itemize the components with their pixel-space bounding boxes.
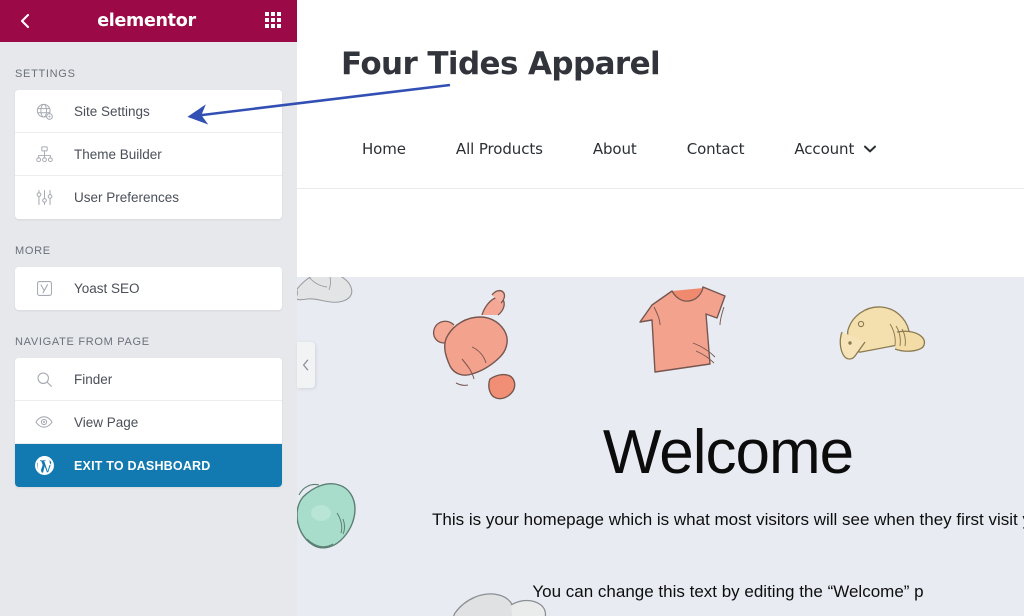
- hero-paragraph-2: You can change this text by editing the …: [532, 582, 924, 601]
- coral-shirt-doodle: [432, 289, 516, 400]
- nav-divider: [297, 188, 1024, 189]
- sliders-icon: [31, 186, 57, 210]
- wordpress-icon: [31, 454, 57, 478]
- sidebar-item-label: Yoast SEO: [74, 281, 140, 296]
- grey-shirt-doodle: [297, 277, 353, 303]
- sidebar-item-exit-to-dashboard[interactable]: EXIT TO DASHBOARD: [15, 444, 282, 487]
- yoast-icon: [31, 277, 57, 301]
- site-preview-canvas: Four Tides Apparel Home All Products Abo…: [297, 0, 1024, 616]
- site-nav: Home All Products About Contact Account: [337, 140, 877, 158]
- section-label-navigate-from-page: NAVIGATE FROM PAGE: [15, 336, 150, 348]
- more-menu-card: Yoast SEO: [15, 267, 282, 310]
- grid-apps-icon[interactable]: [265, 12, 283, 30]
- sidebar-item-yoast-seo[interactable]: Yoast SEO: [15, 267, 282, 310]
- sidebar-header: elementor: [0, 0, 297, 42]
- sidebar-item-label: Finder: [74, 371, 113, 387]
- chevron-left-icon: [302, 359, 309, 371]
- sidebar-item-label: Theme Builder: [74, 146, 162, 162]
- section-label-settings: SETTINGS: [15, 68, 76, 80]
- coral-tshirt-doodle: [639, 286, 726, 373]
- sidebar-item-theme-builder[interactable]: Theme Builder: [15, 133, 282, 176]
- nav-link-home[interactable]: Home: [337, 140, 431, 158]
- sidebar-item-label: Site Settings: [74, 103, 150, 119]
- tan-cap-doodle: [839, 306, 926, 360]
- elementor-brand-title: elementor: [97, 11, 196, 31]
- hero-heading: Welcome: [602, 418, 854, 487]
- section-label-more: MORE: [15, 245, 51, 257]
- hero-paragraph-1: This is your homepage which is what most…: [432, 510, 1024, 529]
- sidebar-item-label: User Preferences: [74, 190, 180, 205]
- globe-settings-icon: [31, 99, 57, 123]
- nav-link-contact[interactable]: Contact: [662, 140, 770, 158]
- elementor-sidebar-panel: elementor SETTINGS Site Settings Theme B…: [0, 0, 297, 616]
- nav-link-about[interactable]: About: [568, 140, 662, 158]
- sidebar-item-view-page[interactable]: View Page: [15, 401, 282, 444]
- eye-icon: [31, 410, 57, 434]
- sidebar-item-site-settings[interactable]: Site Settings: [15, 90, 282, 133]
- site-title: Four Tides Apparel: [341, 46, 661, 82]
- elementor-editor-screen: elementor SETTINGS Site Settings Theme B…: [0, 0, 1024, 616]
- navigate-menu-card: Finder View Page EXIT TO DASHBOARD: [15, 358, 282, 487]
- panel-collapse-handle[interactable]: [297, 342, 315, 388]
- sidebar-item-label: EXIT TO DASHBOARD: [74, 458, 211, 473]
- sidebar-item-user-preferences[interactable]: User Preferences: [15, 176, 282, 219]
- sidebar-item-finder[interactable]: Finder: [15, 358, 282, 401]
- mint-garment-doodle: [297, 483, 356, 549]
- nav-link-all-products[interactable]: All Products: [431, 140, 568, 158]
- hero-section: Welcome This is your homepage which is w…: [297, 277, 1024, 616]
- search-icon: [31, 367, 57, 391]
- chevron-down-icon[interactable]: [863, 144, 877, 154]
- sidebar-item-label: View Page: [74, 414, 139, 430]
- sitemap-icon: [31, 142, 57, 166]
- settings-menu-card: Site Settings Theme Builder User Prefere…: [15, 90, 282, 219]
